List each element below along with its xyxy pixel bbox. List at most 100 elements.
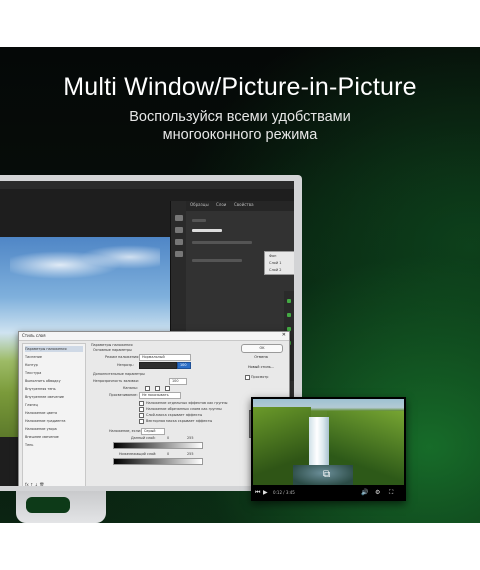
subheadline-line-1: Воспользуйся всеми удобствами [129,109,351,125]
tab-swatches[interactable]: Образцы [190,202,209,207]
headline: Multi Window/Picture-in-Picture [63,73,417,101]
monitor-stand [16,491,106,523]
under-layer-label: Нижележащий слой: [119,452,157,456]
prev-icon[interactable]: ⏮ [255,489,260,497]
option-checkbox[interactable] [139,413,144,418]
settings-icon[interactable]: ⚙ [375,489,380,496]
preview-checkbox[interactable] [245,375,250,380]
ok-button[interactable]: OK [241,344,283,353]
style-list-item[interactable]: Наложение цвета [25,410,83,416]
tool-icon[interactable] [175,251,183,257]
style-list-item[interactable]: Выполнить обводку [25,378,83,384]
fill-value: 100 [172,379,179,383]
picture-in-picture-window[interactable]: ⧉ ⏮ ▶ 0:12 / 3:45 🔊 ⚙ ⛶ [251,397,406,501]
tool-icon[interactable] [175,215,183,221]
style-list-item[interactable]: Тиснение [25,354,83,360]
channel-g-checkbox[interactable] [155,386,160,391]
option-label: Наложение обрезанных слоев как группы [146,407,222,411]
panel-row [192,219,206,222]
opacity-label: Непрозр.: [117,363,135,367]
opacity-input[interactable]: 100 [177,362,191,369]
blend-mode-value: Нормальный [142,355,165,359]
this-layer-min: 0 [167,436,170,440]
layers-popup[interactable]: Фон Слой 1 Слой 2 [264,251,294,275]
video-frame[interactable]: ⧉ [253,399,404,485]
popup-item[interactable]: Слой 1 [269,261,281,265]
side-icon[interactable] [287,299,291,303]
option-label: Наложение отдельных эффектов как группы [146,401,228,405]
tool-icon[interactable] [175,227,183,233]
popup-item[interactable]: Слой 2 [269,268,281,272]
option-label: Векторная маска скрывает эффекты [146,419,213,423]
style-list-item[interactable]: Внешнее свечение [25,434,83,440]
style-list-item[interactable]: Тень [25,442,83,448]
channel-b-checkbox[interactable] [165,386,170,391]
knockout-value: Не показывать [142,393,169,397]
under-layer-gradient-slider[interactable] [113,458,203,465]
play-icon[interactable]: ▶ [263,489,268,496]
layer-style-dialog: Стиль слоя ✕ Параметры наложения Тиснени… [18,331,290,486]
style-list-item[interactable]: Наложение градиента [25,418,83,424]
stand-cutout [26,497,70,513]
section-title: Параметры наложения [91,343,133,347]
option-label: Слой-маска скрывает эффекты [146,413,203,417]
option-checkbox[interactable] [139,407,144,412]
subheadline-line-2: многооконного режима [162,127,318,143]
opacity-value: 100 [180,363,187,367]
video-time: 0:12 / 3:45 [273,490,295,495]
option-checkbox[interactable] [139,419,144,424]
channels-label: Каналы: [123,386,138,390]
volume-icon[interactable]: 🔊 [361,489,368,496]
video-controls: ⏮ ▶ 0:12 / 3:45 🔊 ⚙ ⛶ [251,485,406,501]
new-style-button[interactable]: Новый стиль... [241,364,281,371]
dialog-title-bar: Стиль слоя ✕ [19,332,289,341]
dialog-title: Стиль слоя [22,333,46,338]
style-list: Параметры наложения Тиснение Контур Текс… [22,343,86,486]
style-list-item[interactable]: Глянец [25,402,83,408]
blend-if-label: Наложение, если: [109,429,142,433]
knockout-select[interactable]: Не показывать [139,392,181,399]
style-list-item[interactable]: Внутреннее свечение [25,394,83,400]
promo-banner: Multi Window/Picture-in-Picture Воспольз… [0,47,480,523]
popout-icon[interactable]: ⧉ [323,469,330,480]
style-list-item[interactable]: Наложение узора [25,426,83,432]
side-icon[interactable] [287,313,291,317]
panel-tabs: Образцы Слои Свойства [186,201,294,211]
under-layer-max: 255 [187,452,194,456]
blend-if-select[interactable]: Серый [141,428,165,435]
style-list-item[interactable]: Контур [25,362,83,368]
fill-label: Непрозрачность заливки: [93,379,139,383]
tab-layers[interactable]: Слои [216,202,226,207]
blend-if-value: Серый [144,429,156,433]
preview-label: Просмотр [251,375,269,379]
blend-mode-label: Режим наложения: [105,355,140,359]
photoshop-menu-bar [0,181,294,189]
fx-icons[interactable]: fx ↑ ↓ 🗑 [25,482,44,486]
channel-r-checkbox[interactable] [145,386,150,391]
style-list-item[interactable]: Внутренняя тень [25,386,83,392]
cancel-button[interactable]: Отмена [241,354,281,361]
opacity-slider[interactable] [139,362,177,369]
under-layer-min: 0 [167,452,170,456]
fullscreen-icon[interactable]: ⛶ [389,489,393,497]
this-layer-gradient-slider[interactable] [113,442,203,449]
fill-input[interactable]: 100 [169,378,187,385]
style-list-item[interactable]: Параметры наложения [25,346,83,352]
canvas-clouds [10,245,160,285]
knockout-label: Просвечивание: [109,393,138,397]
option-checkbox[interactable] [139,401,144,406]
section-subtitle: Основные параметры [93,348,132,352]
panel-row [192,229,222,232]
panel-row [192,259,242,262]
advanced-title: Дополнительные параметры [93,372,145,376]
blend-mode-select[interactable]: Нормальный [139,354,191,361]
this-layer-label: Данный слой: [131,436,156,440]
this-layer-max: 255 [187,436,194,440]
tool-icon[interactable] [175,239,183,245]
tab-properties[interactable]: Свойства [234,202,254,207]
panel-row [192,241,252,244]
close-icon[interactable]: ✕ [282,332,286,338]
monitor-screen: Образцы Слои Свойства Фон Слой 1 Слой 2 [0,181,294,486]
style-list-item[interactable]: Текстура [25,370,83,376]
popup-item[interactable]: Фон [269,254,276,258]
